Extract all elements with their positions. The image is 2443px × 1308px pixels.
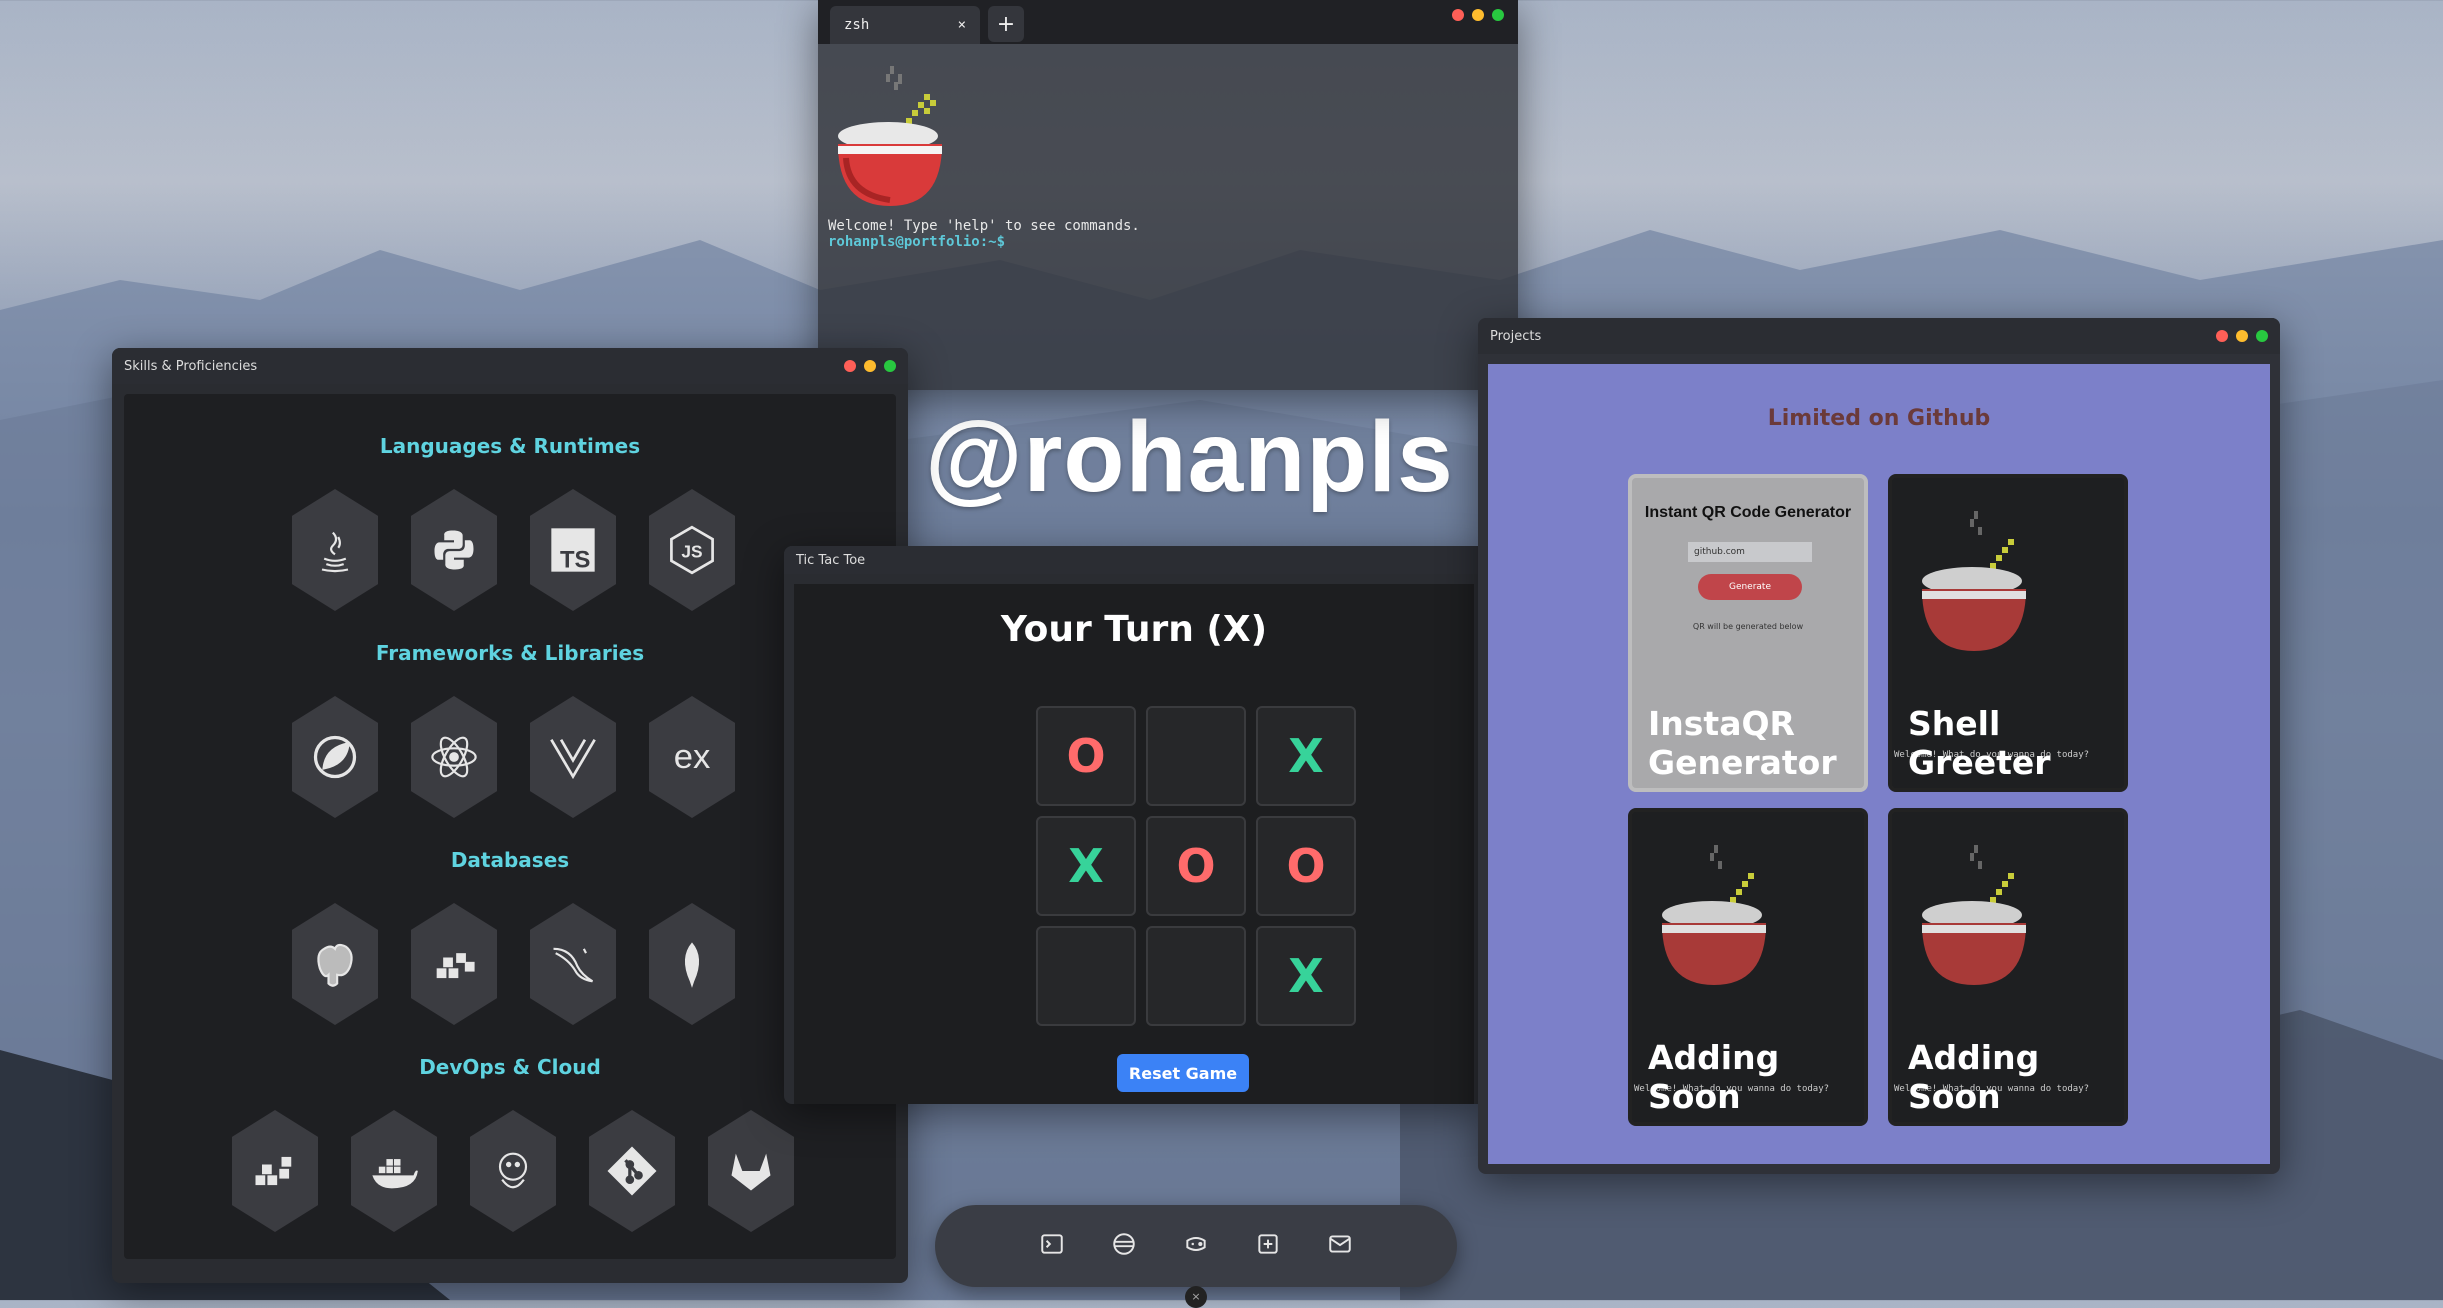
skills-titlebar[interactable]: Skills & Proficiencies <box>112 348 908 384</box>
minimize-window-button[interactable] <box>2236 330 2248 342</box>
maximize-window-button[interactable] <box>1492 9 1504 21</box>
shell-prompt: rohanpls@portfolio:~$ <box>828 234 1006 250</box>
turn-status: Your Turn (X) <box>1000 609 1268 650</box>
dock <box>935 1205 1457 1287</box>
qr-heading: Instant QR Code Generator <box>1644 504 1852 521</box>
window-title: Projects <box>1490 328 1542 344</box>
board-cell-2[interactable]: X <box>1256 706 1356 806</box>
dynamodb-icon[interactable] <box>411 903 497 1025</box>
rice-bowl-icon <box>1922 845 2026 985</box>
new-tab-button[interactable]: + <box>988 6 1024 42</box>
hero-handle: @rohanpls <box>925 401 1454 513</box>
mongodb-icon[interactable] <box>649 903 735 1025</box>
maximize-window-button[interactable] <box>2256 330 2268 342</box>
project-card-title: InstaQR Generator <box>1648 704 1837 782</box>
mail-icon[interactable] <box>1327 1231 1353 1261</box>
postgresql-icon[interactable] <box>292 903 378 1025</box>
react-icon[interactable] <box>411 696 497 818</box>
svg-text:ex: ex <box>674 738 711 776</box>
rice-bowl-icon <box>838 66 942 206</box>
mysql-icon[interactable] <box>530 903 616 1025</box>
window-controls <box>1452 9 1504 21</box>
dock-handle-icon[interactable]: × <box>1185 1286 1207 1308</box>
terminal-icon[interactable] <box>1039 1231 1065 1261</box>
section-title-databases: Databases <box>450 848 570 872</box>
terminal-window[interactable]: zsh × + Welcome! Type 'help' to see comm… <box>818 0 1518 390</box>
projects-titlebar[interactable]: Projects <box>1478 318 2280 354</box>
docker-icon[interactable] <box>351 1110 437 1232</box>
gitlab-icon[interactable] <box>708 1110 794 1232</box>
close-window-button[interactable] <box>2216 330 2228 342</box>
project-card-adding-soon-2[interactable]: Welcome! What do you wanna do today? Add… <box>1888 808 2128 1126</box>
board-cell-4[interactable]: O <box>1146 816 1246 916</box>
tictactoe-window[interactable]: Tic Tac Toe Your Turn (X) O X X O O X Re… <box>784 546 1484 1104</box>
project-card-instaqr[interactable]: Instant QR Code Generator github.com Gen… <box>1628 474 1868 792</box>
minimize-window-button[interactable] <box>864 360 876 372</box>
rice-bowl-icon <box>1662 845 1766 985</box>
board-cell-6[interactable] <box>1036 926 1136 1026</box>
python-icon[interactable] <box>411 489 497 611</box>
typescript-icon[interactable]: TS <box>530 489 616 611</box>
project-card-title: Adding Soon <box>1908 1038 2040 1116</box>
board-cell-7[interactable] <box>1146 926 1246 1026</box>
qr-note: QR will be generated below <box>1692 622 1804 631</box>
close-window-button[interactable] <box>1452 9 1464 21</box>
section-title-frameworks: Frameworks & Libraries <box>375 641 645 665</box>
close-tab-icon[interactable]: × <box>958 17 966 33</box>
tictactoe-titlebar[interactable]: Tic Tac Toe <box>784 546 1484 574</box>
project-card-shell-greeter[interactable]: Welcome! What do you wanna do today? She… <box>1888 474 2128 792</box>
board-cell-0[interactable]: O <box>1036 706 1136 806</box>
window-title: Skills & Proficiencies <box>124 358 258 374</box>
window-controls <box>844 360 896 372</box>
board-cell-5[interactable]: O <box>1256 816 1356 916</box>
rice-bowl-icon <box>1922 511 2026 651</box>
database-icon[interactable] <box>1111 1231 1137 1261</box>
express-icon[interactable]: ex <box>649 696 735 818</box>
terminal-body[interactable]: Welcome! Type 'help' to see commands. ro… <box>818 44 1518 260</box>
maximize-window-button[interactable] <box>884 360 896 372</box>
reset-game-button[interactable]: Reset Game <box>1117 1054 1249 1092</box>
terminal-tab-bar: zsh × + <box>818 0 1518 44</box>
git-icon[interactable] <box>589 1110 675 1232</box>
board-cell-8[interactable]: X <box>1256 926 1356 1026</box>
qr-generate-button: Generate <box>1698 574 1802 600</box>
limited-on-github-heading: Limited on Github <box>1767 406 1991 431</box>
java-icon[interactable] <box>292 489 378 611</box>
aws-icon[interactable] <box>232 1110 318 1232</box>
project-card-title: Adding Soon <box>1648 1038 1780 1116</box>
projects-content: Limited on Github Instant QR Code Genera… <box>1488 364 2270 1164</box>
project-card-title: Shell Greeter <box>1908 704 2051 782</box>
section-title-languages: Languages & Runtimes <box>379 434 641 458</box>
plus-square-icon[interactable] <box>1255 1231 1281 1261</box>
vue-icon[interactable] <box>530 696 616 818</box>
gamepad-icon[interactable] <box>1183 1231 1209 1261</box>
project-card-adding-soon-1[interactable]: Welcome! What do you wanna do today? Add… <box>1628 808 1868 1126</box>
minimize-window-button[interactable] <box>1472 9 1484 21</box>
spring-icon[interactable] <box>292 696 378 818</box>
terminal-tab[interactable]: zsh × <box>830 6 980 44</box>
close-window-button[interactable] <box>844 360 856 372</box>
window-controls <box>2216 330 2268 342</box>
terminal-tab-label: zsh <box>844 17 870 33</box>
welcome-text: Welcome! Type 'help' to see commands. <box>828 218 1140 234</box>
skills-content: Languages & Runtimes Frameworks & Librar… <box>124 394 896 1259</box>
svg-text:JS: JS <box>681 542 702 562</box>
tictactoe-content: Your Turn (X) O X X O O X Reset Game <box>794 584 1474 1104</box>
nodejs-icon[interactable]: JS <box>649 489 735 611</box>
section-title-devops: DevOps & Cloud <box>419 1055 601 1079</box>
board-cell-1[interactable] <box>1146 706 1246 806</box>
jenkins-icon[interactable] <box>470 1110 556 1232</box>
projects-window[interactable]: Projects Limited on Github Instant QR Co… <box>1478 318 2280 1174</box>
window-title: Tic Tac Toe <box>796 552 866 568</box>
board-cell-3[interactable]: X <box>1036 816 1136 916</box>
svg-text:TS: TS <box>560 546 590 573</box>
qr-url-input: github.com <box>1688 542 1812 562</box>
